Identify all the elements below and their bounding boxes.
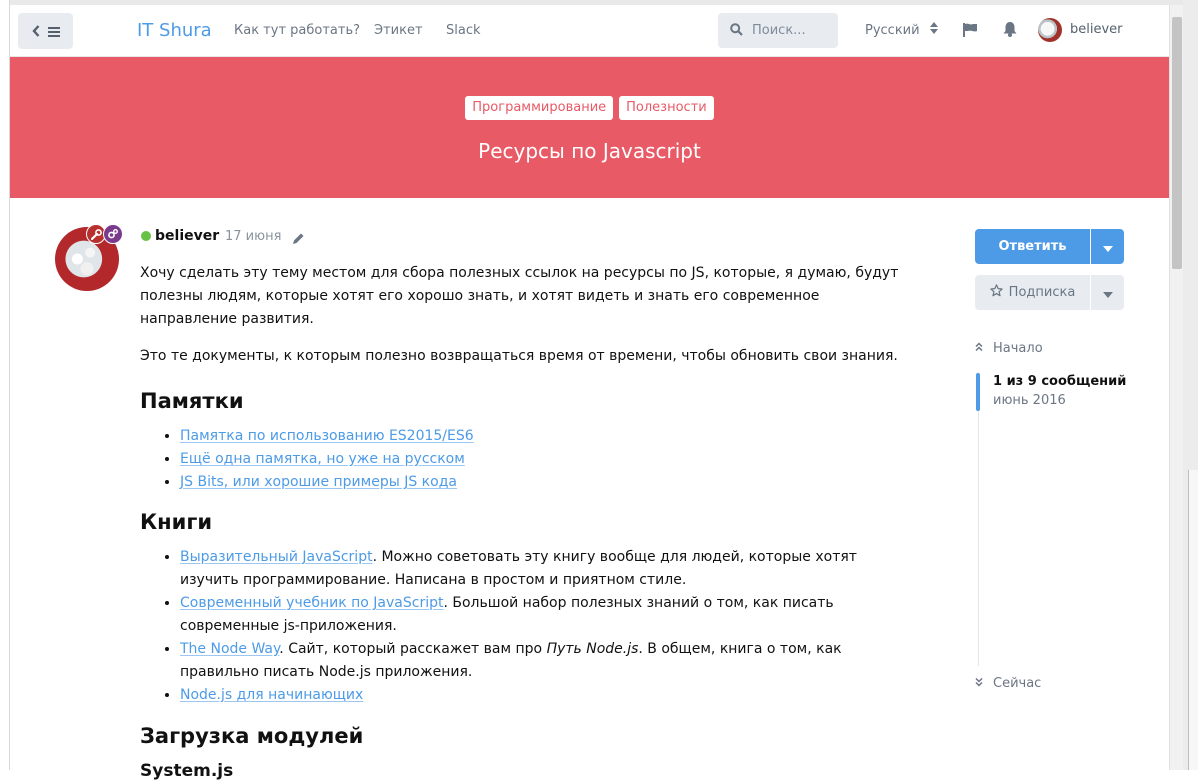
reply-options-button[interactable] [1091, 229, 1124, 264]
star-icon [989, 284, 1003, 301]
scrubber-date: июнь 2016 [993, 393, 1066, 408]
post-intro-paragraph-2: Это те документы, к которым полезно возв… [140, 348, 898, 364]
list-item: The Node Way. Сайт, который расскажет ва… [180, 638, 910, 684]
reply-button[interactable]: Ответить [975, 229, 1090, 264]
book-description: . Сайт, который расскажет вам про [279, 641, 547, 657]
chevron-left-icon [31, 22, 40, 41]
search-box[interactable] [718, 13, 838, 48]
link-es6-cheatsheet[interactable]: Памятка по использованию ES2015/ES6 [180, 428, 474, 444]
list-item: Node.js для начинающих [180, 684, 910, 707]
link-russian-cheatsheet[interactable]: Ещё одна памятка, но уже на русском [180, 451, 465, 467]
link-eloquent-js[interactable]: Выразительный JavaScript [180, 549, 373, 565]
sort-icon [929, 22, 938, 38]
user-avatar[interactable] [1038, 18, 1062, 42]
heading-systemjs: System.js [140, 761, 234, 781]
online-indicator [141, 231, 151, 241]
books-list: Выразительный JavaScript. Можно советова… [140, 546, 910, 707]
scrubber-start-label: Начало [993, 341, 1043, 356]
nav-link-how-it-works[interactable]: Как тут работать? [234, 23, 360, 38]
language-label: Русский [865, 22, 920, 38]
topic-hero: Программирование Полезности Ресурсы по J… [10, 57, 1169, 198]
menu-icon [47, 22, 60, 41]
scrubber-handle[interactable] [976, 373, 980, 411]
scrollbar-thumb[interactable] [1172, 17, 1182, 269]
back-menu-button[interactable] [18, 13, 73, 49]
search-icon [730, 21, 743, 40]
search-input[interactable] [752, 23, 832, 38]
site-header: IT Shura Как тут работать? Этикет Slack … [10, 5, 1169, 57]
book-emphasis: Путь Node.js [546, 641, 639, 657]
double-up-icon [975, 341, 983, 356]
topic-tags: Программирование Полезности [10, 96, 1169, 120]
bell-icon[interactable] [1003, 22, 1017, 41]
topic-title: Ресурсы по Javascript [478, 139, 701, 163]
post-body: Хочу сделать эту тему местом для сбора п… [140, 262, 910, 783]
background-window [1183, 0, 1198, 770]
post-author-name[interactable]: believer [155, 228, 219, 244]
post-intro-paragraph: Хочу сделать эту тему местом для сбора п… [140, 265, 899, 327]
list-item: Ещё одна памятка, но уже на русском [180, 448, 910, 471]
double-down-icon [975, 676, 983, 691]
caret-down-icon [1102, 283, 1113, 302]
tag-programming[interactable]: Программирование [465, 96, 614, 120]
header-username[interactable]: believer [1070, 22, 1123, 37]
nav-link-etiquette[interactable]: Этикет [374, 23, 423, 38]
pencil-icon[interactable] [292, 230, 305, 249]
flag-icon[interactable] [963, 22, 977, 41]
link-nodejs-beginners[interactable]: Node.js для начинающих [180, 687, 363, 703]
browser-frame-left [0, 0, 10, 770]
link-node-way[interactable]: The Node Way [180, 641, 279, 657]
link-js-bits[interactable]: JS Bits, или хорошие примеры JS кода [180, 474, 457, 490]
gears-icon[interactable] [103, 224, 123, 244]
scrubber-start-link[interactable]: Начало [975, 341, 1043, 356]
post-date[interactable]: 17 июня [225, 229, 281, 244]
subscribe-label: Подписка [1008, 285, 1076, 300]
list-item: Памятка по использованию ES2015/ES6 [180, 425, 910, 448]
link-modern-js-tutorial[interactable]: Современный учебник по JavaScript [180, 595, 443, 611]
list-item: Современный учебник по JavaScript. Больш… [180, 592, 910, 638]
scrubber-post-count: 1 из 9 сообщений [993, 374, 1127, 389]
subscribe-button[interactable]: Подписка [975, 275, 1090, 310]
heading-books: Книги [140, 510, 213, 534]
tag-useful[interactable]: Полезности [619, 96, 714, 120]
cheatsheet-list: Памятка по использованию ES2015/ES6 Ещё … [140, 425, 910, 494]
scrubber-track[interactable] [978, 372, 979, 666]
site-title[interactable]: IT Shura [137, 20, 212, 41]
page-scrollbar[interactable] [1169, 5, 1183, 770]
caret-down-icon [1102, 237, 1113, 256]
subscribe-options-button[interactable] [1091, 275, 1124, 310]
heading-cheatsheets: Памятки [140, 389, 244, 413]
post-author-line: believer [141, 228, 219, 244]
list-item: Выразительный JavaScript. Можно советова… [180, 546, 910, 592]
scrubber-now-label: Сейчас [993, 676, 1042, 691]
list-item: JS Bits, или хорошие примеры JS кода [180, 471, 910, 494]
scrubber-now-link[interactable]: Сейчас [975, 676, 1041, 691]
nav-link-slack[interactable]: Slack [446, 23, 481, 38]
heading-module-loading: Загрузка модулей [140, 724, 364, 748]
language-select[interactable]: Русский [865, 22, 938, 38]
